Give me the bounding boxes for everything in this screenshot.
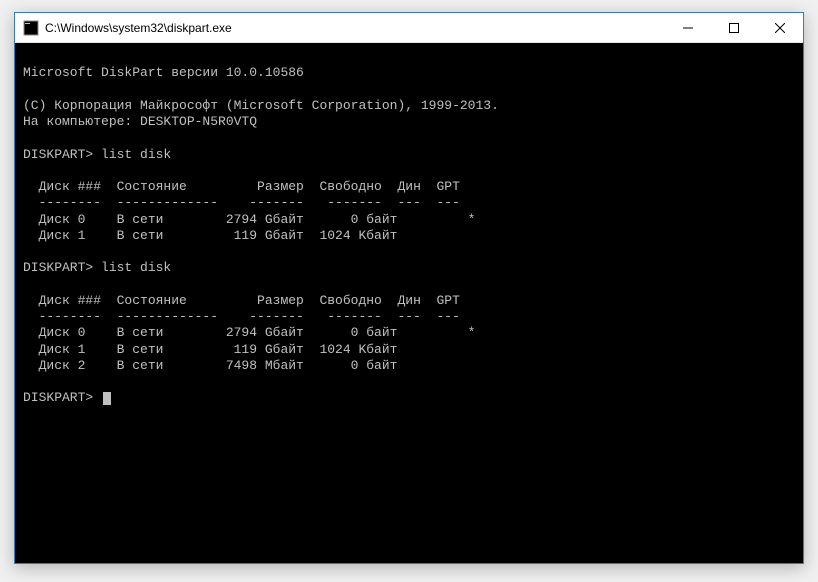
close-button[interactable] [757, 13, 803, 42]
titlebar[interactable]: C:\Windows\system32\diskpart.exe [15, 13, 803, 43]
cursor [103, 392, 111, 405]
minimize-icon [683, 23, 693, 33]
console-output: Microsoft DiskPart версии 10.0.10586 (C)… [23, 49, 795, 407]
minimize-button[interactable] [665, 13, 711, 42]
close-icon [775, 23, 785, 33]
maximize-icon [729, 23, 739, 33]
console-area[interactable]: Microsoft DiskPart версии 10.0.10586 (C)… [15, 43, 803, 563]
maximize-button[interactable] [711, 13, 757, 42]
window-frame: C:\Windows\system32\diskpart.exe Microso… [14, 12, 804, 564]
app-icon [23, 20, 39, 36]
window-title: C:\Windows\system32\diskpart.exe [45, 21, 665, 35]
window-controls [665, 13, 803, 42]
